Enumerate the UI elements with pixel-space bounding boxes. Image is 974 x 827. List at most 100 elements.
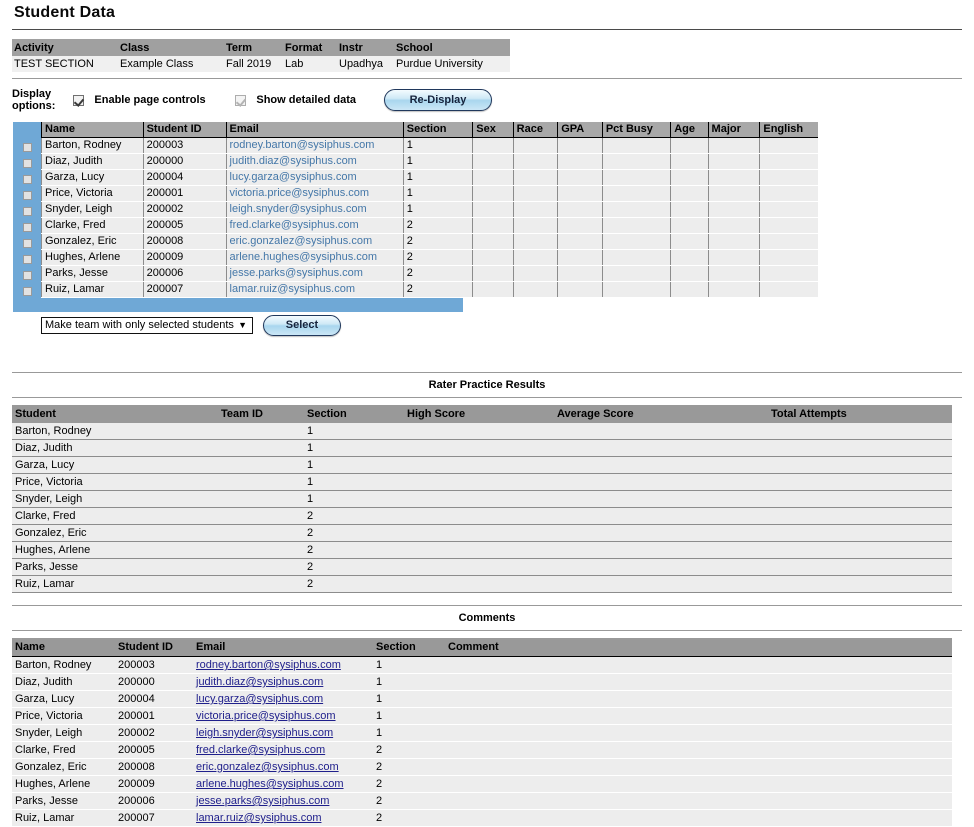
comments-cell-comment bbox=[445, 708, 952, 725]
student-header-race[interactable]: Race bbox=[513, 122, 558, 137]
student-header-section[interactable]: Section bbox=[403, 122, 472, 137]
student-header-student-id[interactable]: Student ID bbox=[143, 122, 226, 137]
student-cell-email[interactable]: eric.gonzalez@sysiphus.com bbox=[226, 233, 403, 249]
comments-email-link[interactable]: eric.gonzalez@sysiphus.com bbox=[196, 761, 339, 773]
comments-cell-email[interactable]: lamar.ruiz@sysiphus.com bbox=[193, 810, 373, 827]
student-header-sex[interactable]: Sex bbox=[473, 122, 513, 137]
comments-email-link[interactable]: victoria.price@sysiphus.com bbox=[196, 710, 336, 722]
table-row: Price, Victoria1 bbox=[12, 474, 952, 491]
redisplay-button[interactable]: Re-Display bbox=[384, 89, 492, 111]
comments-email-link[interactable]: judith.diaz@sysiphus.com bbox=[196, 676, 323, 688]
student-row-checkbox[interactable] bbox=[23, 255, 32, 264]
comments-cell-email[interactable]: judith.diaz@sysiphus.com bbox=[193, 674, 373, 691]
enable-page-controls-checkbox[interactable] bbox=[73, 95, 84, 106]
student-header-name[interactable]: Name bbox=[42, 122, 144, 137]
comments-cell-email[interactable]: victoria.price@sysiphus.com bbox=[193, 708, 373, 725]
table-row[interactable]: Snyder, Leigh200002leigh.snyder@sysiphus… bbox=[42, 201, 819, 217]
comments-cell-student-id: 200004 bbox=[115, 691, 193, 708]
student-cell-major bbox=[708, 265, 760, 281]
student-cell-pct-busy bbox=[602, 281, 670, 297]
rater-section-heading: Rater Practice Results bbox=[0, 373, 974, 397]
comments-email-link[interactable]: leigh.snyder@sysiphus.com bbox=[196, 727, 333, 739]
rater-header-high-score[interactable]: High Score bbox=[404, 405, 554, 423]
student-cell-pct-busy bbox=[602, 265, 670, 281]
student-cell-email[interactable]: lucy.garza@sysiphus.com bbox=[226, 169, 403, 185]
student-row-checkbox-cell bbox=[13, 187, 41, 203]
comments-cell-email[interactable]: fred.clarke@sysiphus.com bbox=[193, 742, 373, 759]
comments-cell-section: 2 bbox=[373, 742, 445, 759]
student-row-checkbox[interactable] bbox=[23, 287, 32, 296]
table-row[interactable]: Parks, Jesse200006jesse.parks@sysiphus.c… bbox=[42, 265, 819, 281]
team-action-dropdown[interactable]: Make team with only selected students ▼ bbox=[41, 317, 253, 334]
table-row[interactable]: Clarke, Fred200005fred.clarke@sysiphus.c… bbox=[42, 217, 819, 233]
select-button[interactable]: Select bbox=[263, 315, 341, 336]
student-row-checkbox[interactable] bbox=[23, 271, 32, 280]
table-row: Hughes, Arlene200009arlene.hughes@sysiph… bbox=[12, 776, 952, 793]
comments-email-link[interactable]: rodney.barton@sysiphus.com bbox=[196, 659, 341, 671]
table-row[interactable]: Gonzalez, Eric200008eric.gonzalez@sysiph… bbox=[42, 233, 819, 249]
student-header-english[interactable]: English bbox=[760, 122, 818, 137]
student-row-checkbox[interactable] bbox=[23, 239, 32, 248]
comments-header-comment[interactable]: Comment bbox=[445, 638, 952, 657]
rater-header-team-id[interactable]: Team ID bbox=[218, 405, 304, 423]
comments-email-link[interactable]: arlene.hughes@sysiphus.com bbox=[196, 778, 344, 790]
table-row[interactable]: Diaz, Judith200000judith.diaz@sysiphus.c… bbox=[42, 153, 819, 169]
activity-info-header-activity: Activity bbox=[12, 39, 118, 56]
comments-cell-email[interactable]: eric.gonzalez@sysiphus.com bbox=[193, 759, 373, 776]
student-cell-email[interactable]: fred.clarke@sysiphus.com bbox=[226, 217, 403, 233]
table-row: Snyder, Leigh1 bbox=[12, 491, 952, 508]
student-row-checkbox[interactable] bbox=[23, 223, 32, 232]
comments-email-link[interactable]: lamar.ruiz@sysiphus.com bbox=[196, 812, 321, 824]
table-row[interactable]: Hughes, Arlene200009arlene.hughes@sysiph… bbox=[42, 249, 819, 265]
comments-header-section[interactable]: Section bbox=[373, 638, 445, 657]
student-cell-gpa bbox=[558, 233, 603, 249]
comments-cell-email[interactable]: rodney.barton@sysiphus.com bbox=[193, 657, 373, 674]
comments-email-link[interactable]: lucy.garza@sysiphus.com bbox=[196, 693, 323, 705]
student-cell-email[interactable]: judith.diaz@sysiphus.com bbox=[226, 153, 403, 169]
team-action-bar: Make team with only selected students ▼ … bbox=[41, 314, 341, 336]
rater-cell-student: Ruiz, Lamar bbox=[12, 576, 218, 593]
student-cell-email[interactable]: rodney.barton@sysiphus.com bbox=[226, 137, 403, 153]
student-header-major[interactable]: Major bbox=[708, 122, 760, 137]
student-header-pct-busy[interactable]: Pct Busy bbox=[602, 122, 670, 137]
table-row[interactable]: Barton, Rodney200003rodney.barton@sysiph… bbox=[42, 137, 819, 153]
comments-header-email[interactable]: Email bbox=[193, 638, 373, 657]
comments-header-student-id[interactable]: Student ID bbox=[115, 638, 193, 657]
comments-cell-comment bbox=[445, 759, 952, 776]
comments-cell-email[interactable]: jesse.parks@sysiphus.com bbox=[193, 793, 373, 810]
comments-cell-comment bbox=[445, 691, 952, 708]
student-cell-email[interactable]: victoria.price@sysiphus.com bbox=[226, 185, 403, 201]
student-header-email[interactable]: Email bbox=[226, 122, 403, 137]
student-cell-email[interactable]: arlene.hughes@sysiphus.com bbox=[226, 249, 403, 265]
rater-cell-total-attempts bbox=[768, 542, 952, 559]
student-cell-major bbox=[708, 185, 760, 201]
table-row[interactable]: Ruiz, Lamar200007lamar.ruiz@sysiphus.com… bbox=[42, 281, 819, 297]
student-row-checkbox[interactable] bbox=[23, 191, 32, 200]
table-row[interactable]: Garza, Lucy200004lucy.garza@sysiphus.com… bbox=[42, 169, 819, 185]
rater-cell-section: 2 bbox=[304, 508, 404, 525]
student-row-checkbox[interactable] bbox=[23, 207, 32, 216]
student-cell-name: Parks, Jesse bbox=[42, 265, 144, 281]
comments-cell-email[interactable]: arlene.hughes@sysiphus.com bbox=[193, 776, 373, 793]
student-header-gpa[interactable]: GPA bbox=[558, 122, 603, 137]
comments-header-name[interactable]: Name bbox=[12, 638, 115, 657]
rater-header-student[interactable]: Student bbox=[12, 405, 218, 423]
rater-header-average-score[interactable]: Average Score bbox=[554, 405, 768, 423]
comments-email-link[interactable]: fred.clarke@sysiphus.com bbox=[196, 744, 325, 756]
student-cell-email[interactable]: jesse.parks@sysiphus.com bbox=[226, 265, 403, 281]
comments-cell-email[interactable]: lucy.garza@sysiphus.com bbox=[193, 691, 373, 708]
student-header-age[interactable]: Age bbox=[671, 122, 708, 137]
student-row-checkbox[interactable] bbox=[23, 159, 32, 168]
rater-header-total-attempts[interactable]: Total Attempts bbox=[768, 405, 952, 423]
show-detailed-data-checkbox[interactable] bbox=[235, 95, 246, 106]
student-cell-email[interactable]: lamar.ruiz@sysiphus.com bbox=[226, 281, 403, 297]
student-row-checkbox[interactable] bbox=[23, 175, 32, 184]
table-row[interactable]: Price, Victoria200001victoria.price@sysi… bbox=[42, 185, 819, 201]
comments-email-link[interactable]: jesse.parks@sysiphus.com bbox=[196, 795, 329, 807]
table-row: Garza, Lucy1 bbox=[12, 457, 952, 474]
student-cell-email[interactable]: leigh.snyder@sysiphus.com bbox=[226, 201, 403, 217]
rater-header-section[interactable]: Section bbox=[304, 405, 404, 423]
student-row-checkbox[interactable] bbox=[23, 143, 32, 152]
comments-cell-email[interactable]: leigh.snyder@sysiphus.com bbox=[193, 725, 373, 742]
comments-cell-comment bbox=[445, 810, 952, 827]
